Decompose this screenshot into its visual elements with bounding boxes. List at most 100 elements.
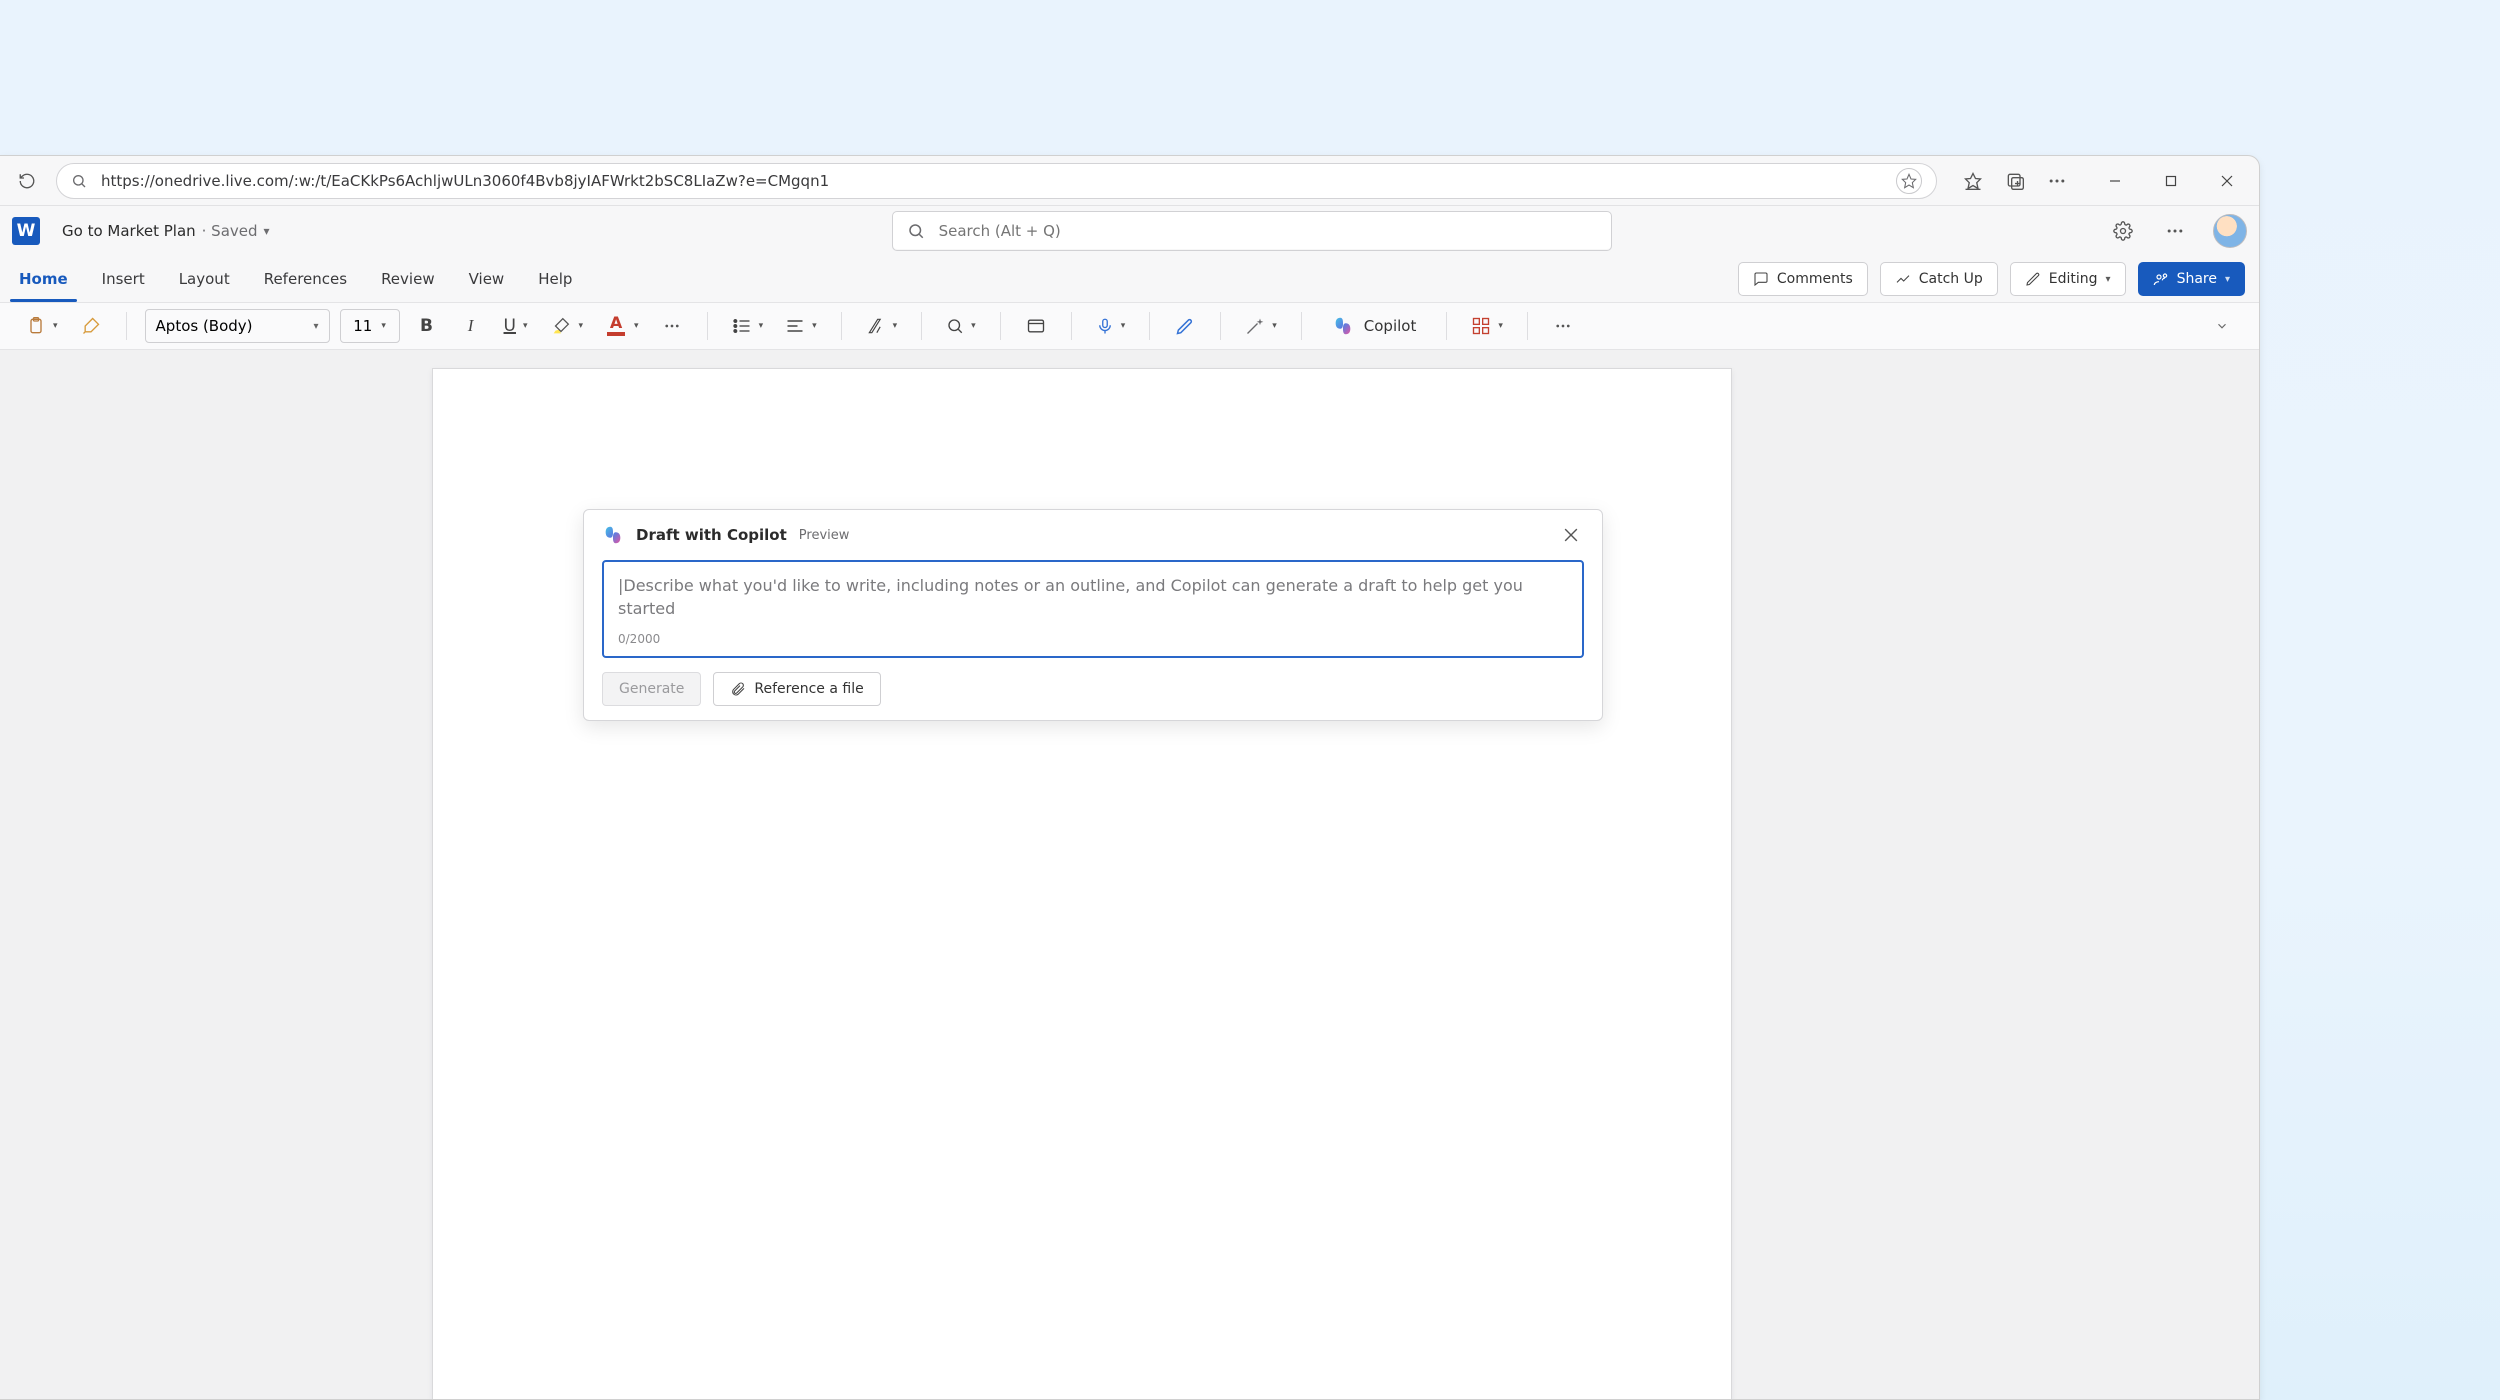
editor-button[interactable] (1168, 309, 1202, 343)
saved-indicator: · Saved (202, 222, 258, 240)
favorites-icon[interactable] (1963, 171, 1983, 191)
browser-window: W Go to Market Plan · Saved ▾ Home Inser… (0, 155, 2260, 1400)
separator (126, 312, 127, 340)
url-box (56, 163, 1937, 199)
window-minimize-button[interactable] (2093, 159, 2137, 203)
document-name-dropdown[interactable]: Go to Market Plan · Saved ▾ (62, 222, 270, 240)
paintbrush-icon (81, 316, 101, 336)
word-logo: W (12, 217, 40, 245)
maximize-icon (2165, 175, 2177, 187)
align-icon (785, 316, 805, 336)
format-painter-button[interactable] (74, 309, 108, 343)
copilot-icon (602, 524, 624, 546)
document-page[interactable]: Draft with Copilot Preview |Describe wha… (432, 368, 1732, 1399)
pencil-icon (2025, 271, 2041, 287)
mic-icon (1096, 316, 1114, 336)
editing-mode-button[interactable]: Editing ▾ (2010, 262, 2126, 296)
tab-layout[interactable]: Layout (162, 256, 247, 302)
font-family-select[interactable]: Aptos (Body) ▾ (145, 309, 330, 343)
comments-label: Comments (1777, 271, 1853, 287)
document-name: Go to Market Plan (62, 222, 196, 240)
pen-check-icon (1175, 316, 1195, 336)
copilot-placeholder: |Describe what you'd like to write, incl… (618, 574, 1568, 620)
more-icon[interactable] (2047, 171, 2067, 191)
url-input[interactable] (101, 172, 1882, 190)
attachment-icon (730, 681, 746, 697)
font-family-value: Aptos (Body) (156, 317, 253, 335)
collections-icon[interactable] (2005, 171, 2025, 191)
styles-button[interactable]: ▾ (860, 309, 904, 343)
reload-button[interactable] (10, 164, 44, 198)
window-maximize-button[interactable] (2149, 159, 2193, 203)
more-button[interactable] (2161, 217, 2189, 245)
tab-view[interactable]: View (452, 256, 522, 302)
highlight-color-button[interactable]: ▾ (544, 309, 590, 343)
browser-toolbar-icons (1949, 171, 2081, 191)
catchup-label: Catch Up (1919, 271, 1983, 287)
search-box[interactable] (892, 211, 1612, 251)
favorite-button[interactable] (1896, 168, 1922, 194)
browser-address-bar (0, 156, 2259, 206)
reading-view-button[interactable] (1019, 309, 1053, 343)
separator (1446, 312, 1447, 340)
separator (1220, 312, 1221, 340)
collapse-ribbon-button[interactable] (2205, 309, 2239, 343)
dictate-button[interactable]: ▾ (1090, 309, 1132, 343)
bullets-button[interactable]: ▾ (726, 309, 770, 343)
comments-button[interactable]: Comments (1738, 262, 1868, 296)
share-button[interactable]: Share ▾ (2138, 262, 2245, 296)
separator (707, 312, 708, 340)
chevron-down-icon: ▾ (893, 321, 898, 331)
search-icon (946, 317, 964, 335)
font-color-icon: A (605, 315, 627, 337)
preview-badge: Preview (799, 528, 850, 543)
underline-button[interactable]: U▾ (498, 309, 534, 343)
paste-button[interactable]: ▾ (20, 309, 64, 343)
copilot-button[interactable]: Copilot (1320, 309, 1429, 343)
separator (1149, 312, 1150, 340)
separator (1301, 312, 1302, 340)
title-bar-right (2109, 214, 2247, 248)
separator (1527, 312, 1528, 340)
chevron-down-icon: ▾ (579, 321, 584, 331)
copilot-card-close-button[interactable] (1558, 522, 1584, 548)
chevron-down-icon: ▾ (523, 321, 528, 331)
copilot-prompt-input[interactable]: |Describe what you'd like to write, incl… (602, 560, 1584, 658)
chevron-down-icon: ▾ (634, 321, 639, 331)
reference-file-button[interactable]: Reference a file (713, 672, 880, 706)
separator (1071, 312, 1072, 340)
font-size-select[interactable]: 11 ▾ (340, 309, 400, 343)
copilot-card-title: Draft with Copilot (636, 526, 787, 544)
tab-insert[interactable]: Insert (85, 256, 162, 302)
designer-button[interactable]: ▾ (1239, 309, 1283, 343)
window-close-button[interactable] (2205, 159, 2249, 203)
tab-home[interactable]: Home (2, 256, 85, 302)
bold-button[interactable]: B (410, 309, 444, 343)
font-color-button[interactable]: A ▾ (599, 309, 645, 343)
more-icon (663, 317, 681, 335)
catchup-button[interactable]: Catch Up (1880, 262, 1998, 296)
find-button[interactable]: ▾ (940, 309, 982, 343)
ribbon-tabs: Home Insert Layout References Review Vie… (0, 256, 2259, 302)
reference-file-label: Reference a file (754, 681, 863, 697)
chevron-down-icon: ▾ (53, 321, 58, 331)
overflow-button[interactable] (1546, 309, 1580, 343)
generate-button[interactable]: Generate (602, 672, 701, 706)
more-format-button[interactable] (655, 309, 689, 343)
addins-button[interactable]: ▾ (1465, 309, 1509, 343)
align-button[interactable]: ▾ (779, 309, 823, 343)
star-icon (1901, 173, 1917, 189)
tab-review[interactable]: Review (364, 256, 452, 302)
chevron-down-icon: ▾ (1498, 321, 1503, 331)
separator (921, 312, 922, 340)
search-input[interactable] (939, 222, 1597, 240)
close-icon (2221, 175, 2233, 187)
copilot-icon (1332, 315, 1354, 337)
chevron-down-icon: ▾ (381, 321, 386, 331)
copilot-input-wrap: |Describe what you'd like to write, incl… (584, 560, 1602, 672)
tab-help[interactable]: Help (521, 256, 589, 302)
tab-references[interactable]: References (247, 256, 364, 302)
avatar[interactable] (2213, 214, 2247, 248)
italic-button[interactable]: I (454, 309, 488, 343)
settings-button[interactable] (2109, 217, 2137, 245)
